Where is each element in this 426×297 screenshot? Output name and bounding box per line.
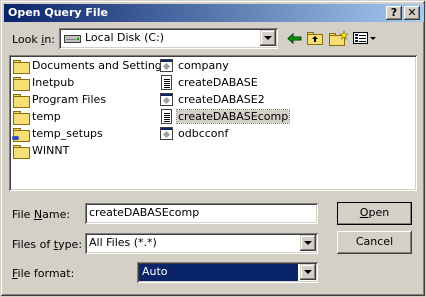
file-type-label: Files of type: <box>12 238 83 251</box>
view-menu-icon[interactable] <box>353 32 377 45</box>
folder-icon <box>13 60 30 74</box>
executable-icon <box>160 93 173 106</box>
file-format-value: Auto <box>142 265 168 278</box>
chevron-down-icon[interactable] <box>260 30 276 46</box>
file-type-value: All Files (*.*) <box>89 236 157 249</box>
up-one-level-icon[interactable] <box>307 30 324 46</box>
list-item-label: createDABASEcomp <box>175 109 291 124</box>
drive-icon <box>64 35 81 43</box>
back-arrow-icon[interactable] <box>287 33 302 44</box>
file-type-select[interactable]: All Files (*.*) <box>85 233 318 254</box>
open-query-file-dialog: Open Query File ? ✕ Look in: Local Disk … <box>0 0 426 297</box>
chevron-down-icon[interactable] <box>300 235 316 251</box>
folder-icon <box>13 94 30 108</box>
list-item-label: temp <box>32 110 61 123</box>
title-bar[interactable]: Open Query File ? ✕ <box>4 4 424 22</box>
folder-icon <box>13 77 30 91</box>
list-item-label: company <box>178 59 229 72</box>
look-in-value: Local Disk (C:) <box>85 31 165 44</box>
list-item-label: Inetpub <box>32 76 75 89</box>
chevron-down-icon[interactable] <box>300 264 316 280</box>
list-item-label: createDABASE2 <box>178 93 265 106</box>
folder-icon <box>13 111 30 125</box>
open-button[interactable]: Open <box>337 202 412 225</box>
list-item-label: createDABASE <box>178 76 258 89</box>
file-format-label: File format: <box>12 267 75 280</box>
executable-icon <box>160 127 173 140</box>
help-button[interactable]: ? <box>386 6 402 20</box>
file-icon <box>161 109 172 124</box>
new-folder-icon[interactable] <box>329 30 349 46</box>
look-in-label: Look in: <box>12 33 56 46</box>
look-in-combo[interactable]: Local Disk (C:) <box>59 28 278 49</box>
file-icon <box>161 75 172 90</box>
close-button[interactable]: ✕ <box>404 6 420 20</box>
file-name-input[interactable]: createDABASEcomp <box>85 203 318 224</box>
file-name-label: File Name: <box>12 208 71 221</box>
file-name-value: createDABASEcomp <box>89 206 200 219</box>
list-item-label: Program Files <box>32 93 107 106</box>
share-hand-icon <box>12 136 19 140</box>
list-item-label: Documents and Settings <box>32 59 168 72</box>
dialog-title: Open Query File <box>8 6 108 19</box>
file-list[interactable]: Documents and Settings Inetpub Program Fil… <box>9 55 417 191</box>
folder-icon <box>13 145 30 159</box>
cancel-button[interactable]: Cancel <box>337 231 412 254</box>
list-item-label: odbcconf <box>178 127 229 140</box>
file-format-select[interactable]: Auto <box>137 262 318 283</box>
executable-icon <box>160 59 173 72</box>
list-item-label: WINNT <box>32 144 70 157</box>
list-item-label: temp_setups <box>32 127 103 140</box>
